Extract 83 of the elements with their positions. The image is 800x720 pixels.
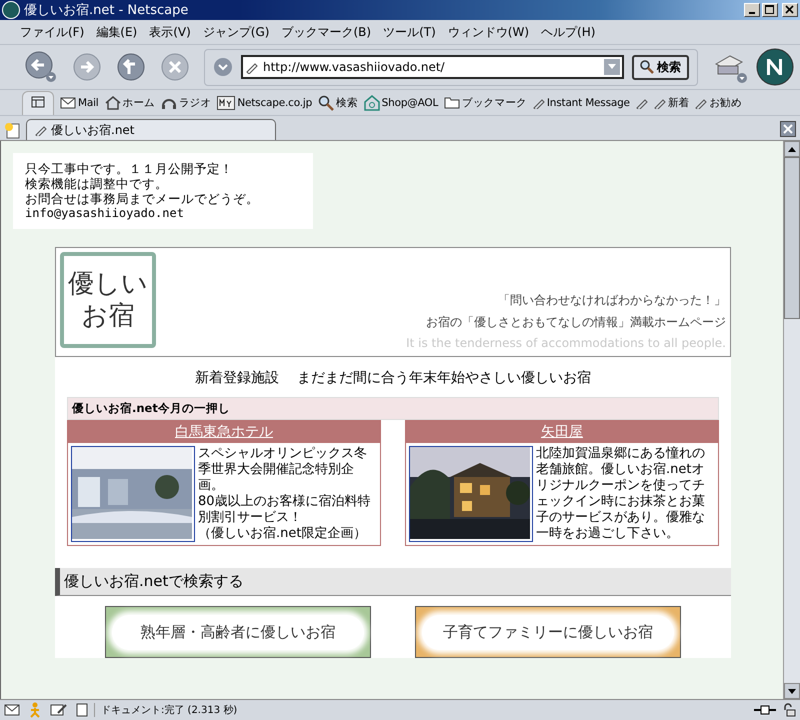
maximize-icon [765,5,775,15]
mail-icon[interactable] [4,704,20,716]
new-listing-text: 新着登録施設 まだまだ間に合う年末年始やさしい優しいお宿 [194,369,592,388]
notice-text: お問合せは事務局までメールでどうぞ。 [25,191,260,206]
dropdown-icon[interactable] [213,57,233,77]
menu-item[interactable]: 編集(E) [96,24,138,40]
scrollbar-thumb[interactable] [784,157,800,319]
sidebar-icon [31,96,45,108]
bookmark-link[interactable]: Shop@AOL [364,94,438,110]
bookmark-link[interactable]: お勧め [695,96,742,110]
bookmark-icon [532,96,545,108]
minimize-button[interactable] [744,3,760,17]
new-tab-icon[interactable] [4,122,22,140]
notice-text: 検索機能は調整中です。 [25,176,169,191]
my-icon [217,96,236,110]
menu-item[interactable]: ファイル(F) [20,24,84,40]
menu-item[interactable]: ジャンプ(G) [202,24,270,40]
back-button[interactable] [24,50,58,84]
bookmark-link[interactable]: ブックマーク [444,96,527,110]
bookmark-icon [636,96,648,108]
hotel-link[interactable]: 矢田屋 [541,424,583,440]
bookmark-link[interactable]: Netscape.co.jp [217,96,312,110]
menu-item[interactable]: ウィンドウ(W) [448,24,530,40]
bookmark-link[interactable]: Instant Message [532,96,630,108]
tagline: 「問い合わせなければわからなかった！」 [498,292,726,309]
forward-button[interactable] [72,52,102,82]
tagline: お宿の「優しさとおもてなしの情報」満載ホームページ [426,314,726,331]
stop-button[interactable] [160,52,190,82]
bookmark-link[interactable]: 検索 [318,94,358,110]
connection-icon [754,705,776,715]
bookmark-icon [654,96,666,108]
tab-title: 優しいお宿.net [51,122,135,138]
scroll-down-button[interactable] [784,683,800,699]
hotel-description: スペシャルオリンピックス冬季世界大会開催記念特別企画。 [198,446,368,494]
netscape-logo[interactable] [756,48,794,86]
down-arrow-icon [788,688,796,694]
folder-icon [444,96,460,109]
menu-item[interactable]: ヘルプ(H) [541,24,596,40]
hotel-description: 80歳以上のお客様に宿泊料特別割引サービス！ [198,494,372,526]
close-tab-button[interactable] [780,121,796,137]
section-heading: 優しいお宿.net今月の一押し [67,397,719,420]
status-text: ドキュメント:完了 (2.313 秒) [94,703,238,717]
search-icon [318,94,334,110]
menu-item[interactable]: ツール(T) [383,24,436,40]
maximize-button[interactable] [762,3,778,17]
close-icon [783,124,793,134]
bookmark-link[interactable]: Mail [60,96,99,108]
site-logo: 優しい お宿 [60,252,156,348]
address-field[interactable]: http://www.vasashiiovado.net/ [241,55,624,79]
category-button[interactable]: 熟年層・高齢者に優しいお宿 [105,606,371,658]
section-heading: 優しいお宿.netで検索する [55,568,731,596]
hotel-description: （優しいお宿.net限定企画） [198,526,368,542]
menu-item[interactable]: 表示(V) [149,24,191,40]
caret-icon [607,63,617,71]
close-button[interactable] [782,3,798,17]
close-icon [785,5,795,15]
lock-icon [782,703,796,717]
notice-text: info@yasashiioyado.net [25,206,185,221]
search-icon [640,60,654,74]
mail-icon [60,96,76,108]
bookmark-icon [35,124,47,136]
category-button[interactable]: 子育てファミリーに優しいお宿 [415,606,681,658]
bookmark-link[interactable]: 新着 [654,96,690,110]
window-title: 優しいお宿.net - Netscape [24,2,190,19]
scroll-up-button[interactable] [784,141,800,157]
search-button[interactable]: 検索 [632,54,689,80]
netscape-icon [2,1,20,19]
home-icon [104,96,121,110]
reload-button[interactable] [116,52,146,82]
bookmark-icon [695,96,708,108]
browser-tab[interactable]: 優しいお宿.net [26,119,276,140]
sidebar-tab[interactable] [22,90,54,114]
hotel-description: 北陸加賀温泉郷にある憧れの老舗旅館。優しいお宿.netオリジナルクーポンを使ってチェックイン時にお抹茶とお菓子のサービスがあり。優雅な一時をお過ごし下さい。 [536,446,706,542]
bookmark-link[interactable] [636,96,648,108]
address-book-icon[interactable] [76,703,88,717]
up-arrow-icon [788,146,796,152]
house-icon [364,94,380,110]
notice-text: 只今工事中です。１１月公開予定！ [25,161,234,176]
composer-icon[interactable] [50,703,68,717]
bookmark-link[interactable]: ホーム [104,96,155,110]
bookmark-link[interactable]: ラジオ [160,96,212,110]
menu-item[interactable]: ブックマーク(B) [281,24,372,40]
minimize-icon [749,12,755,14]
